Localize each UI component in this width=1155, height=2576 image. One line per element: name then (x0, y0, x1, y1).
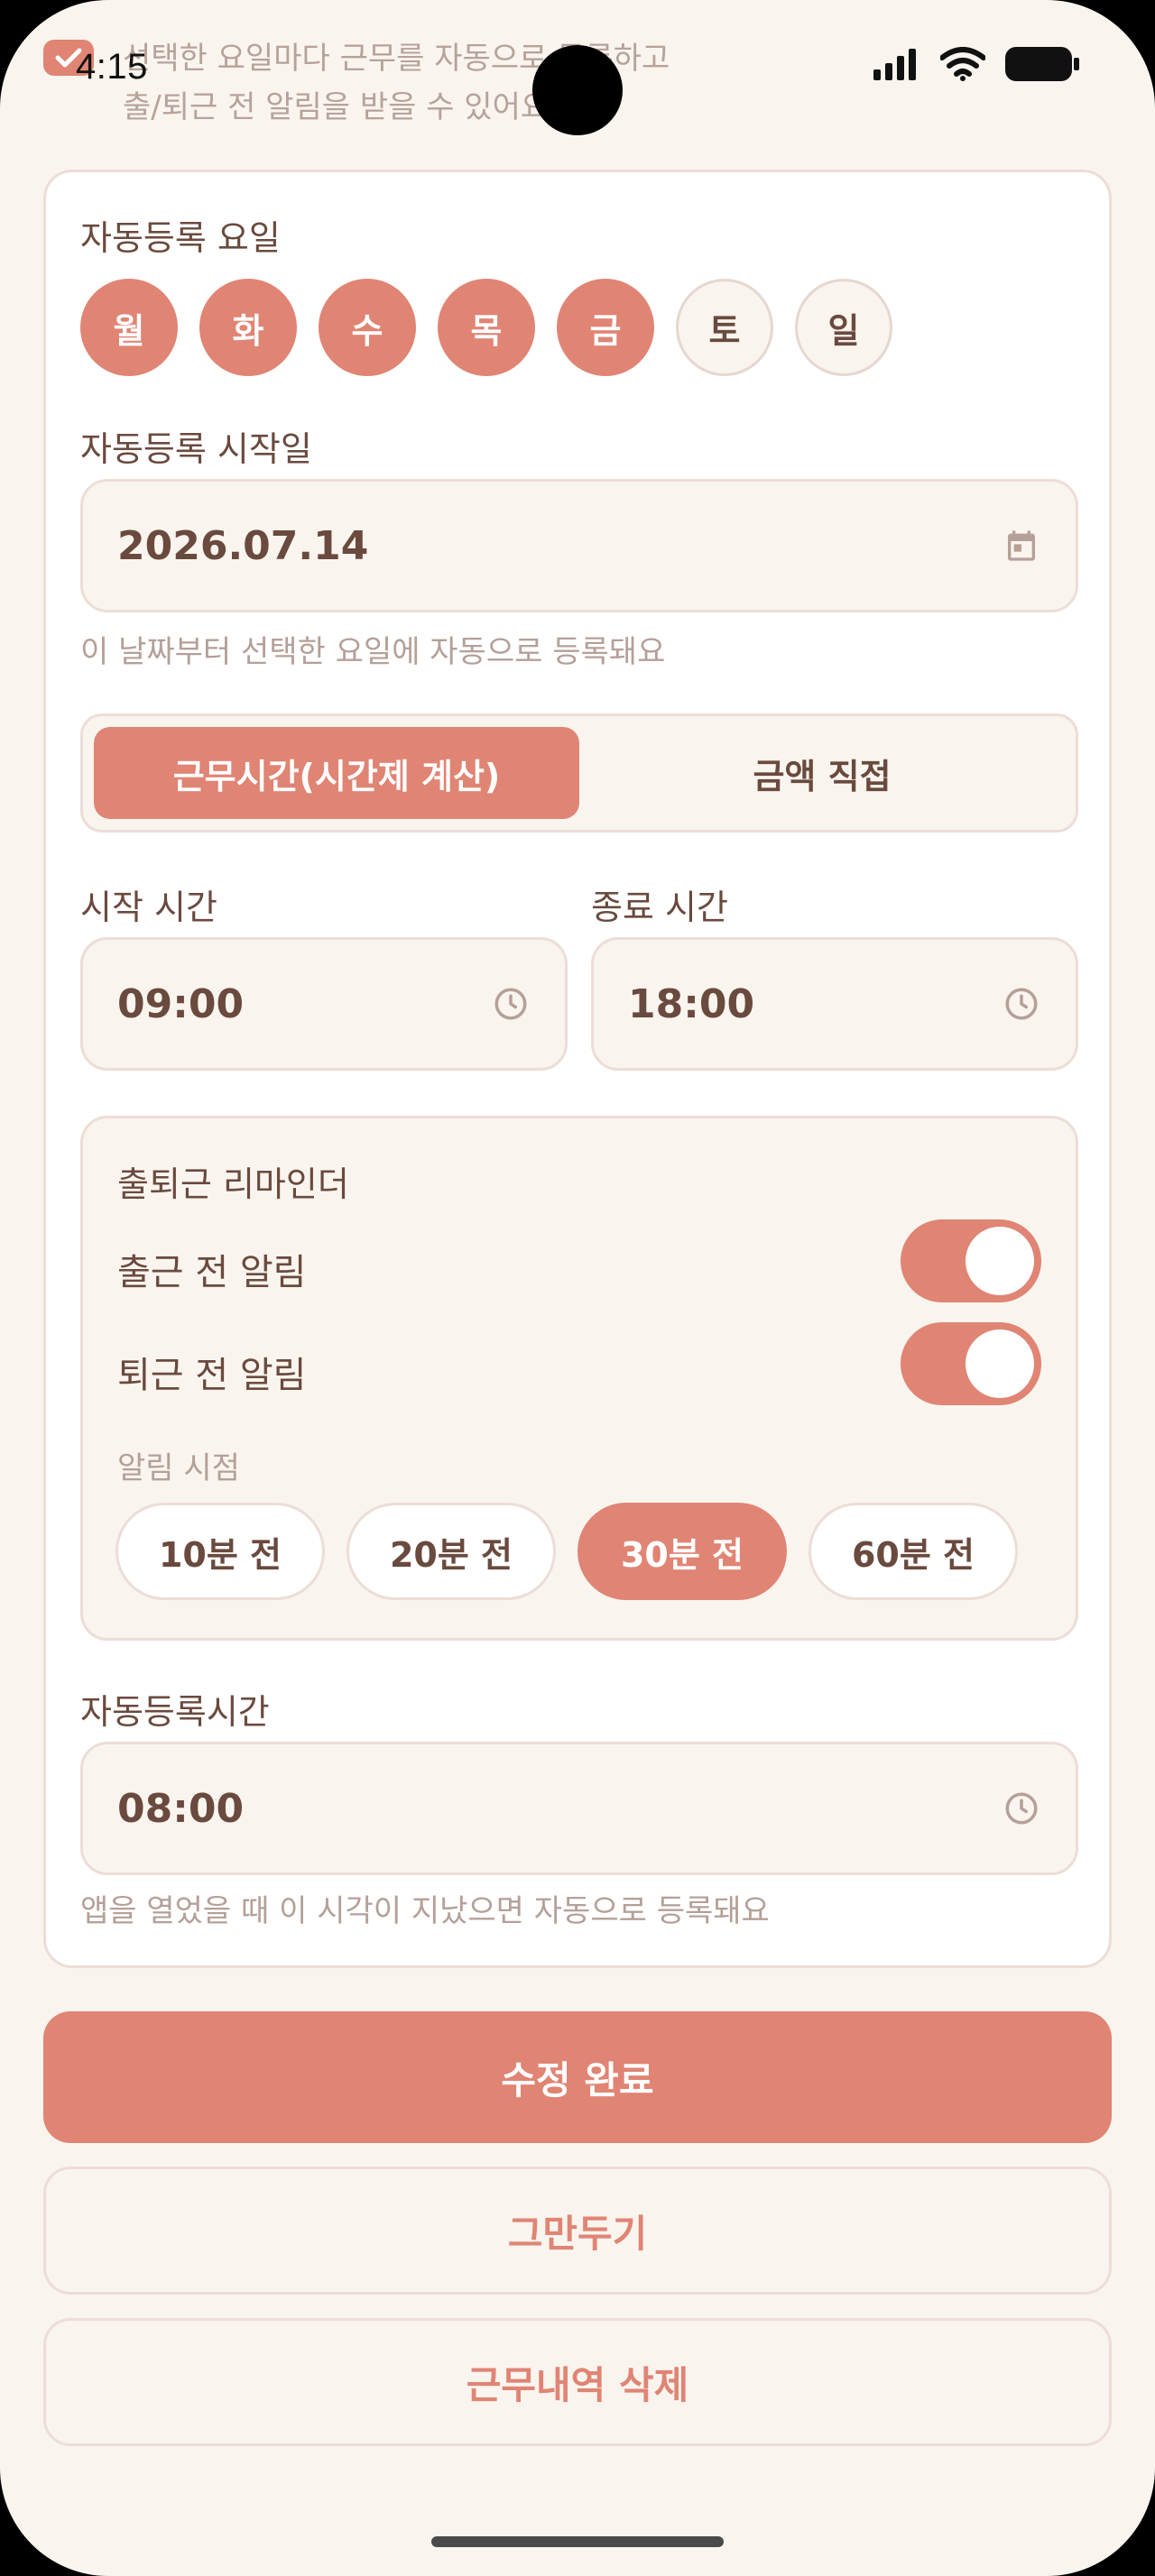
start-date-hint: 이 날짜부터 선택한 요일에 자동으로 등록돼요 (80, 634, 666, 670)
phone-screen: 선택한 요일마다 근무를 자동으로 등록하고 출/퇴근 전 알림을 받을 수 있… (0, 0, 1155, 2576)
reminder-timing-options: 10분 전 20분 전 30분 전 60분 전 (116, 1503, 1018, 1600)
clock-out-reminder-toggle[interactable] (901, 1322, 1041, 1405)
save-button[interactable]: 수정 완료 (43, 2011, 1112, 2143)
end-time-value: 18:00 (628, 980, 755, 1027)
day-chip-sun[interactable]: 일 (795, 279, 892, 376)
start-time-label: 시작 시간 (80, 888, 217, 927)
clock-icon (1002, 984, 1041, 1024)
auto-register-time-hint: 앱을 열었을 때 이 시각이 지났으면 자동으로 등록돼요 (80, 1893, 770, 1929)
clock-icon (1002, 1789, 1041, 1828)
days-label: 자동등록 요일 (80, 218, 281, 258)
camera-cutout (532, 45, 623, 135)
header-description: 선택한 요일마다 근무를 자동으로 등록하고 출/퇴근 전 알림을 받을 수 있… (123, 34, 754, 132)
day-chip-thu[interactable]: 목 (438, 279, 535, 376)
start-time-field[interactable]: 09:00 (80, 937, 568, 1071)
timing-chip-30min[interactable]: 30분 전 (578, 1503, 787, 1600)
clock-in-reminder-toggle[interactable] (901, 1219, 1041, 1302)
calendar-icon (1002, 526, 1041, 566)
auto-register-time-field[interactable]: 08:00 (80, 1742, 1078, 1875)
end-time-label: 종료 시간 (591, 888, 728, 927)
day-selector: 월 화 수 목 금 토 일 (80, 279, 892, 376)
end-time-field[interactable]: 18:00 (591, 937, 1078, 1071)
delete-record-button[interactable]: 근무내역 삭제 (43, 2318, 1112, 2446)
cancel-button[interactable]: 그만두기 (43, 2167, 1112, 2295)
auto-register-time-label: 자동등록시간 (80, 1692, 270, 1732)
clock-out-reminder-label: 퇴근 전 알림 (117, 1355, 307, 1396)
reminder-title: 출퇴근 리마인더 (117, 1164, 349, 1204)
start-time-value: 09:00 (117, 980, 245, 1027)
day-chip-tue[interactable]: 화 (199, 279, 297, 376)
pay-mode-hourly-option[interactable]: 근무시간(시간제 계산) (94, 727, 579, 819)
day-chip-sat[interactable]: 토 (676, 279, 773, 376)
pay-mode-segmented-control: 근무시간(시간제 계산) 금액 직접 (80, 713, 1078, 833)
day-chip-fri[interactable]: 금 (557, 279, 654, 376)
battery-icon (1005, 47, 1079, 81)
status-icons (873, 47, 1079, 81)
toggle-knob (966, 1227, 1034, 1295)
header-description-line2: 출/퇴근 전 알림을 받을 수 있어요 (123, 89, 550, 125)
timing-chip-20min[interactable]: 20분 전 (346, 1503, 556, 1600)
auto-register-time-value: 08:00 (117, 1785, 245, 1832)
toggle-knob (966, 1329, 1034, 1398)
start-date-label: 자동등록 시작일 (80, 429, 312, 469)
day-chip-mon[interactable]: 월 (80, 279, 178, 376)
clock-icon (491, 984, 531, 1024)
wifi-icon (940, 47, 985, 81)
home-indicator[interactable] (431, 2536, 724, 2547)
reminder-timing-label: 알림 시점 (117, 1450, 240, 1486)
timing-chip-60min[interactable]: 60분 전 (808, 1503, 1018, 1600)
signal-icon (873, 49, 916, 80)
auto-register-card: 자동등록 요일 월 화 수 목 금 토 일 자동등록 시작일 2026.07.1… (43, 170, 1112, 1968)
timing-chip-10min[interactable]: 10분 전 (116, 1503, 325, 1600)
day-chip-wed[interactable]: 수 (319, 279, 416, 376)
header-description-line1: 선택한 요일마다 근무를 자동으로 등록하고 (123, 41, 670, 77)
start-date-field[interactable]: 2026.07.14 (80, 479, 1078, 612)
clock-in-reminder-label: 출근 전 알림 (117, 1252, 307, 1293)
pay-mode-direct-amount-option[interactable]: 금액 직접 (579, 727, 1065, 819)
start-date-value: 2026.07.14 (117, 522, 369, 569)
status-time: 4:15 (76, 47, 148, 87)
commute-reminder-panel: 출퇴근 리마인더 출근 전 알림 퇴근 전 알림 알림 시점 10분 전 20분… (80, 1116, 1078, 1641)
